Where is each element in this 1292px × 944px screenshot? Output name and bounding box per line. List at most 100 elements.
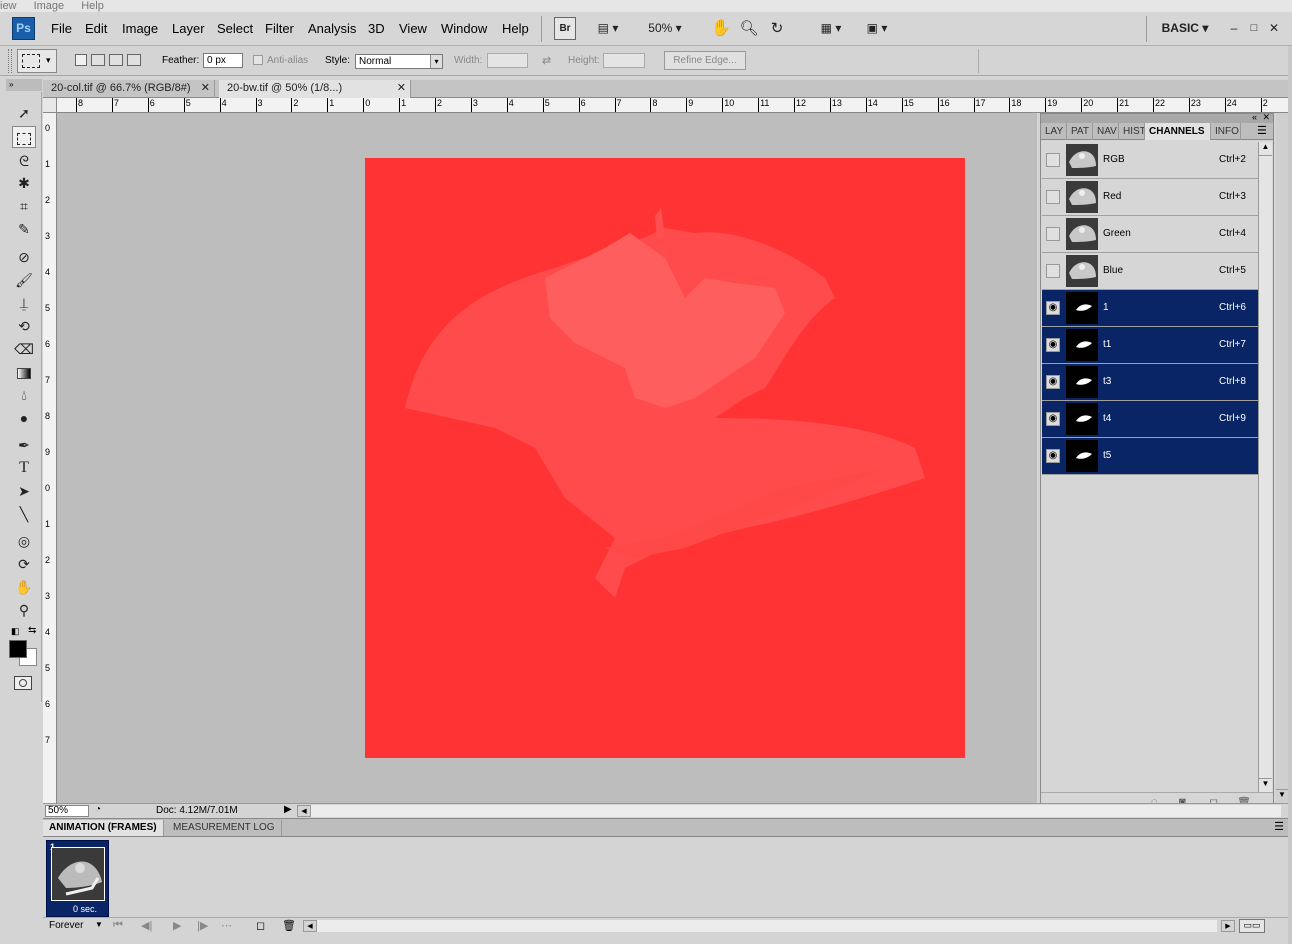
quick-select-tool[interactable]: ✱ bbox=[12, 172, 36, 194]
tab-paths[interactable]: PAT bbox=[1067, 123, 1093, 140]
zoom-tool-button[interactable]: 🔍︎ bbox=[738, 17, 760, 40]
eye-icon[interactable]: ◉ bbox=[1046, 412, 1060, 426]
canvas-vertical-scrollbar[interactable]: ▼ bbox=[1276, 113, 1288, 803]
close-icon[interactable]: ✕ bbox=[1262, 112, 1270, 123]
tab-measurement-log[interactable]: MEASUREMENT LOG bbox=[167, 820, 282, 836]
menu-select[interactable]: Select bbox=[217, 21, 253, 36]
maximize-button[interactable]: □ bbox=[1246, 17, 1262, 40]
horizontal-scrollbar[interactable] bbox=[311, 805, 1281, 817]
height-input[interactable] bbox=[603, 53, 645, 68]
clone-stamp-tool[interactable]: ⍊ bbox=[12, 292, 36, 314]
zoom-field[interactable]: 50% bbox=[45, 805, 89, 817]
scroll-left-arrow[interactable]: ◀ bbox=[297, 805, 311, 817]
menu-image[interactable]: Image bbox=[122, 21, 158, 36]
screen-mode-button[interactable]: ▣ ▾ bbox=[858, 17, 896, 40]
scroll-right-arrow[interactable]: ▶ bbox=[1221, 920, 1235, 932]
close-icon[interactable]: ✕ bbox=[201, 80, 210, 97]
visibility-toggle[interactable] bbox=[1046, 227, 1060, 241]
intersect-selection-button[interactable] bbox=[127, 54, 141, 66]
menu-file[interactable]: File bbox=[51, 21, 72, 36]
channel-row[interactable]: ◉ 1 Ctrl+6 bbox=[1042, 290, 1258, 327]
menu-analysis[interactable]: Analysis bbox=[308, 21, 356, 36]
path-selection-tool[interactable]: ➤ bbox=[12, 480, 36, 502]
channel-row[interactable]: Blue Ctrl+5 bbox=[1042, 253, 1258, 290]
menu-help[interactable]: Help bbox=[502, 21, 529, 36]
hand-tool-button[interactable]: ✋ bbox=[710, 17, 732, 40]
ruler-origin[interactable] bbox=[43, 98, 57, 113]
tab-history[interactable]: HIST bbox=[1119, 123, 1145, 140]
refine-edge-button[interactable]: Refine Edge... bbox=[664, 51, 746, 70]
blur-tool[interactable]: 💧︎ bbox=[12, 384, 36, 406]
3d-orbit-tool[interactable]: ⟳ bbox=[12, 553, 36, 575]
feather-input[interactable]: 0 px bbox=[203, 53, 243, 68]
trash-icon[interactable]: 🗑︎ bbox=[282, 919, 296, 932]
visibility-toggle[interactable] bbox=[1046, 190, 1060, 204]
frame-delay[interactable]: 0 sec. bbox=[73, 904, 97, 914]
channel-row[interactable]: ◉ t3 Ctrl+8 bbox=[1042, 364, 1258, 401]
eye-icon[interactable]: ◉ bbox=[1046, 338, 1060, 352]
panel-title-bar[interactable]: « ✕ bbox=[1041, 112, 1273, 123]
menu-view[interactable]: View bbox=[399, 21, 427, 36]
zoom-level-dropdown[interactable]: 50% ▾ bbox=[640, 17, 690, 40]
doc-tab-bw[interactable]: 20-bw.tif @ 50% (1/8...) ✕ bbox=[219, 80, 411, 98]
toolbox-collapse-bar[interactable]: » bbox=[6, 79, 42, 91]
add-to-selection-button[interactable] bbox=[91, 54, 105, 66]
brush-tool[interactable]: 🖌︎ bbox=[12, 269, 36, 291]
marquee-tool[interactable] bbox=[12, 126, 36, 148]
tool-preset-picker[interactable]: ▾ bbox=[17, 49, 57, 73]
foreground-color-swatch[interactable] bbox=[9, 640, 27, 658]
default-colors-icon[interactable]: ◧ bbox=[11, 626, 20, 637]
scroll-left-arrow[interactable]: ◀ bbox=[303, 920, 317, 932]
3d-rotate-tool[interactable]: ◎ bbox=[12, 530, 36, 552]
bridge-button[interactable]: Br bbox=[554, 17, 576, 40]
frames-scrollbar[interactable] bbox=[317, 920, 1217, 932]
status-menu-arrow[interactable]: ▶ bbox=[284, 804, 292, 815]
channel-row[interactable]: ◉ t1 Ctrl+7 bbox=[1042, 327, 1258, 364]
quick-mask-button[interactable] bbox=[14, 676, 32, 690]
menu-layer[interactable]: Layer bbox=[172, 21, 205, 36]
channel-row[interactable]: Red Ctrl+3 bbox=[1042, 179, 1258, 216]
status-info-icon[interactable]: ◔ bbox=[95, 804, 101, 815]
eye-icon[interactable]: ◉ bbox=[1046, 301, 1060, 315]
pen-tool[interactable]: ✒ bbox=[12, 434, 36, 456]
channel-row[interactable]: RGB Ctrl+2 bbox=[1042, 142, 1258, 179]
tween-icon[interactable]: ⋯ bbox=[221, 919, 232, 932]
crop-tool[interactable]: ⌗ bbox=[12, 195, 36, 217]
eye-icon[interactable]: ◉ bbox=[1046, 449, 1060, 463]
view-extras-button[interactable]: ▤ ▾ bbox=[590, 17, 626, 40]
channel-row[interactable]: ◉ t4 Ctrl+9 bbox=[1042, 401, 1258, 438]
convert-to-timeline-button[interactable]: ▭▭ bbox=[1239, 919, 1265, 933]
style-select[interactable]: Normal ▾ bbox=[355, 54, 443, 69]
move-tool[interactable]: ➚ bbox=[12, 102, 36, 124]
scroll-down-arrow[interactable]: ▼ bbox=[1259, 778, 1272, 792]
dodge-tool[interactable]: ● bbox=[12, 407, 36, 429]
animation-frame[interactable]: 1 0 sec. bbox=[46, 840, 109, 917]
first-frame-icon[interactable]: ⏮ bbox=[113, 919, 123, 932]
workspace-switcher[interactable]: BASIC ▾ bbox=[1155, 17, 1215, 40]
tab-animation-frames[interactable]: ANIMATION (FRAMES) bbox=[43, 820, 164, 836]
hand-tool[interactable]: ✋ bbox=[12, 576, 36, 598]
menu-filter[interactable]: Filter bbox=[265, 21, 294, 36]
menu-edit[interactable]: Edit bbox=[85, 21, 107, 36]
tab-navigator[interactable]: NAV bbox=[1093, 123, 1119, 140]
duplicate-frame-icon[interactable]: ◻ bbox=[256, 919, 265, 932]
rotate-view-button[interactable]: ↻ bbox=[766, 17, 788, 40]
visibility-toggle[interactable] bbox=[1046, 264, 1060, 278]
minimize-button[interactable]: – bbox=[1226, 17, 1242, 40]
type-tool[interactable]: T bbox=[12, 457, 36, 479]
document-canvas[interactable] bbox=[365, 158, 965, 758]
gradient-tool[interactable] bbox=[12, 361, 36, 383]
lasso-tool[interactable]: ᘓ bbox=[12, 150, 36, 172]
panel-menu-icon[interactable]: ☰ bbox=[1274, 820, 1284, 833]
menu-window[interactable]: Window bbox=[441, 21, 487, 36]
panel-scrollbar[interactable]: ▲ ▼ bbox=[1258, 142, 1272, 792]
tab-info[interactable]: INFO bbox=[1211, 123, 1241, 140]
anti-alias-checkbox[interactable] bbox=[253, 55, 263, 65]
new-selection-button[interactable] bbox=[75, 54, 87, 66]
scroll-down-arrow[interactable]: ▼ bbox=[1276, 789, 1288, 803]
line-tool[interactable]: ╲ bbox=[12, 503, 36, 525]
eye-icon[interactable]: ◉ bbox=[1046, 375, 1060, 389]
healing-brush-tool[interactable]: ⊘ bbox=[12, 246, 36, 268]
scroll-up-arrow[interactable]: ▲ bbox=[1259, 142, 1272, 156]
play-icon[interactable]: ▶ bbox=[173, 919, 181, 932]
